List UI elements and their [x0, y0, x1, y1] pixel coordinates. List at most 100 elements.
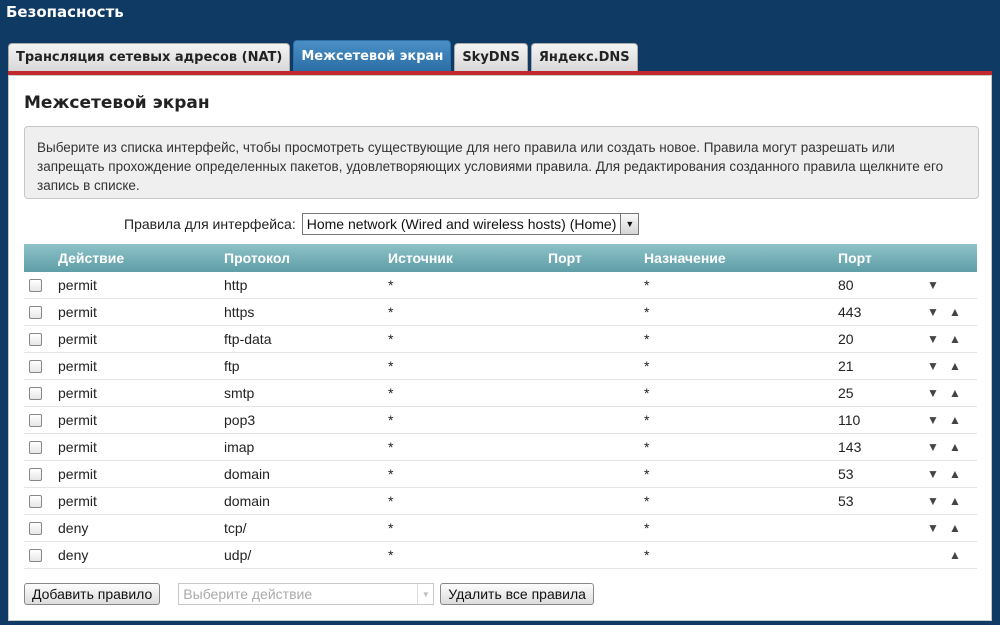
cell-port: 20: [838, 331, 854, 347]
col-destination: Назначение: [644, 250, 726, 266]
table-header: Действие Протокол Источник Порт Назначен…: [24, 244, 977, 272]
col-action: Действие: [58, 250, 125, 266]
arrow-down-icon[interactable]: ▼: [927, 467, 939, 481]
cell-port: 53: [838, 466, 854, 482]
cell-protocol: http: [224, 277, 248, 293]
table-row[interactable]: permit ftp-data * * 20 ▼ ▲: [24, 326, 977, 353]
add-rule-button[interactable]: Добавить правило: [24, 583, 161, 605]
cell-port: 21: [838, 358, 854, 374]
tab-bar: Трансляция сетевых адресов (NAT) Межсете…: [8, 40, 641, 71]
table-row[interactable]: permit ftp * * 21 ▼ ▲: [24, 353, 977, 380]
interface-selector-row: Правила для интерфейса: Home network (Wi…: [124, 211, 640, 237]
arrow-up-icon[interactable]: ▲: [949, 332, 961, 346]
arrow-up-icon[interactable]: ▲: [949, 521, 961, 535]
arrow-down-icon[interactable]: ▼: [927, 413, 939, 427]
cell-action: permit: [58, 493, 97, 509]
arrow-down-icon[interactable]: ▼: [927, 278, 939, 292]
delete-all-rules-button[interactable]: Удалить все правила: [440, 583, 594, 605]
arrow-down-icon[interactable]: ▼: [927, 332, 939, 346]
table-row[interactable]: deny udp/ * * ▲: [24, 542, 977, 569]
table-body: permit http * * 80 ▼ permit https * * 443 ▼ ▲ permit f…: [24, 272, 977, 569]
cell-action: permit: [58, 466, 97, 482]
cell-destination: *: [644, 493, 650, 509]
table-row[interactable]: permit pop3 * * 110 ▼ ▲: [24, 407, 977, 434]
cell-destination: *: [644, 412, 650, 428]
interface-label: Правила для интерфейса:: [124, 216, 296, 232]
table-row[interactable]: deny tcp/ * * ▼ ▲: [24, 515, 977, 542]
table-row[interactable]: permit http * * 80 ▼: [24, 272, 977, 299]
cell-action: permit: [58, 304, 97, 320]
cell-protocol: ftp: [224, 358, 240, 374]
section-title: Межсетевой экран: [24, 93, 210, 113]
arrow-down-icon[interactable]: ▼: [927, 386, 939, 400]
bottom-bar: Добавить правило Выберите действие ▼ Уда…: [24, 582, 594, 606]
cell-protocol: smtp: [224, 385, 255, 401]
arrow-up-icon[interactable]: ▲: [949, 440, 961, 454]
checkbox-icon[interactable]: [29, 521, 42, 535]
arrow-up-icon[interactable]: ▲: [949, 386, 961, 400]
cell-action: permit: [58, 412, 97, 428]
arrow-up-icon[interactable]: ▲: [949, 413, 961, 427]
arrow-up-icon[interactable]: ▲: [949, 305, 961, 319]
dropdown-arrow-icon[interactable]: ▼: [417, 584, 433, 604]
col-source-port: Порт: [548, 250, 582, 266]
cell-port: 143: [838, 439, 862, 455]
checkbox-icon[interactable]: [29, 440, 42, 454]
checkbox-icon[interactable]: [29, 278, 42, 292]
dropdown-arrow-icon[interactable]: ▼: [620, 214, 639, 234]
arrow-up-icon[interactable]: ▲: [949, 359, 961, 373]
checkbox-icon[interactable]: [29, 413, 42, 427]
cell-protocol: udp/: [224, 547, 252, 563]
rules-table: Действие Протокол Источник Порт Назначен…: [24, 244, 977, 569]
col-protocol: Протокол: [224, 250, 290, 266]
arrow-up-icon[interactable]: ▲: [949, 467, 961, 481]
table-row[interactable]: permit domain * * 53 ▼ ▲: [24, 488, 977, 515]
cell-source: *: [388, 466, 394, 482]
checkbox-icon[interactable]: [29, 305, 42, 319]
cell-protocol: pop3: [224, 412, 256, 428]
tab-nat[interactable]: Трансляция сетевых адресов (NAT): [8, 43, 291, 71]
cell-port: 110: [838, 412, 861, 428]
tab-skydns[interactable]: SkyDNS: [454, 43, 528, 71]
checkbox-icon[interactable]: [29, 359, 42, 373]
cell-action: permit: [58, 358, 97, 374]
arrow-down-icon[interactable]: ▼: [927, 359, 939, 373]
tab-firewall[interactable]: Межсетевой экран: [293, 40, 452, 71]
col-source: Источник: [388, 250, 453, 266]
cell-destination: *: [644, 331, 650, 347]
arrow-down-icon[interactable]: ▼: [927, 440, 939, 454]
cell-destination: *: [644, 277, 650, 293]
checkbox-icon[interactable]: [29, 332, 42, 346]
cell-source: *: [388, 277, 394, 293]
action-select-placeholder: Выберите действие: [183, 586, 313, 602]
table-row[interactable]: permit imap * * 143 ▼ ▲: [24, 434, 977, 461]
arrow-down-icon[interactable]: ▼: [927, 494, 939, 508]
arrow-up-icon[interactable]: ▲: [949, 494, 961, 508]
checkbox-icon[interactable]: [29, 494, 42, 508]
arrow-up-icon[interactable]: ▲: [949, 548, 961, 562]
tab-yandex-dns[interactable]: Яндекс.DNS: [530, 43, 638, 71]
table-row[interactable]: permit domain * * 53 ▼ ▲: [24, 461, 977, 488]
cell-destination: *: [644, 358, 650, 374]
cell-source: *: [388, 331, 394, 347]
table-row[interactable]: permit smtp * * 25 ▼ ▲: [24, 380, 977, 407]
cell-protocol: domain: [224, 493, 270, 509]
checkbox-icon[interactable]: [29, 386, 42, 400]
action-select[interactable]: Выберите действие ▼: [178, 583, 435, 605]
checkbox-icon[interactable]: [29, 467, 42, 481]
cell-action: permit: [58, 331, 97, 347]
checkbox-icon[interactable]: [29, 548, 42, 562]
cell-port: 53: [838, 493, 854, 509]
cell-destination: *: [644, 304, 650, 320]
cell-action: deny: [58, 520, 89, 536]
arrow-down-icon[interactable]: ▼: [927, 305, 939, 319]
cell-source: *: [388, 385, 394, 401]
cell-source: *: [388, 493, 394, 509]
table-row[interactable]: permit https * * 443 ▼ ▲: [24, 299, 977, 326]
firewall-panel: Межсетевой экран Выберите из списка инте…: [8, 75, 992, 621]
cell-destination: *: [644, 547, 650, 563]
arrow-down-icon[interactable]: ▼: [927, 521, 939, 535]
interface-select[interactable]: Home network (Wired and wireless hosts) …: [301, 213, 640, 235]
cell-port: 25: [838, 385, 854, 401]
cell-protocol: ftp-data: [224, 331, 272, 347]
